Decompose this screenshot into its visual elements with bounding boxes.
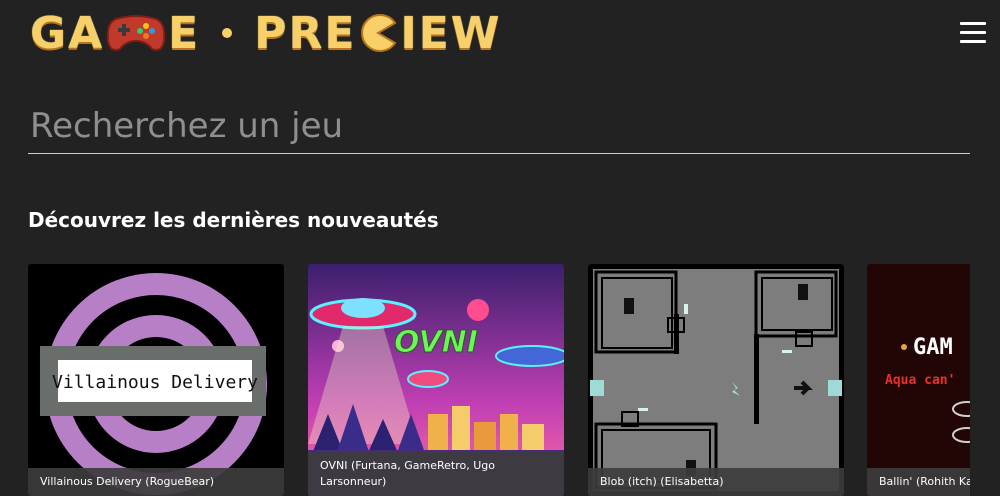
hamburger-icon-bar [960,22,986,25]
logo-text-pre: PRE [254,7,357,59]
game-thumbnail: GAM Aqua can' [867,264,970,496]
games-carousel: Villainous Delivery Villainous Delivery … [28,264,970,496]
pacman-icon [361,14,397,52]
thumb-title: Villainous Delivery [52,372,258,393]
search-bar [28,100,970,154]
game-card[interactable]: Blob (itch) (Elisabetta) [588,264,844,496]
thumb-title: OVNI [394,325,478,360]
search-input[interactable] [28,100,970,152]
game-thumbnail: Villainous Delivery [28,264,284,496]
hamburger-menu-button[interactable] [960,22,986,44]
thumb-title: GAM [913,335,953,360]
game-thumbnail [588,264,844,496]
thumb-subtitle: Aqua can' [885,373,955,388]
game-caption: Ballin' (Rohith Ka [867,468,970,496]
logo-text-e: E [168,7,201,59]
header: GA E PRE IEW [0,0,1000,64]
game-caption: Blob (itch) (Elisabetta) [588,468,844,496]
site-logo[interactable]: GA E PRE IEW [30,7,502,59]
game-caption: Villainous Delivery (RogueBear) [28,468,284,496]
game-card[interactable]: OVNI OVNI (Furtana, GameRetro, Ugo Larso… [308,264,564,496]
hamburger-icon-bar [960,31,986,34]
gamepad-icon [106,15,166,51]
game-card[interactable]: GAM Aqua can' Ballin' (Rohith Ka [867,264,970,496]
game-card[interactable]: Villainous Delivery Villainous Delivery … [28,264,284,496]
section-title: Découvrez les dernières nouveautés [28,208,439,232]
logo-dot [222,28,233,38]
logo-text-ga: GA [30,7,105,59]
hamburger-icon-bar [960,40,986,43]
game-caption: OVNI (Furtana, GameRetro, Ugo Larsonneur… [308,452,564,496]
logo-text-iew: IEW [400,7,502,59]
